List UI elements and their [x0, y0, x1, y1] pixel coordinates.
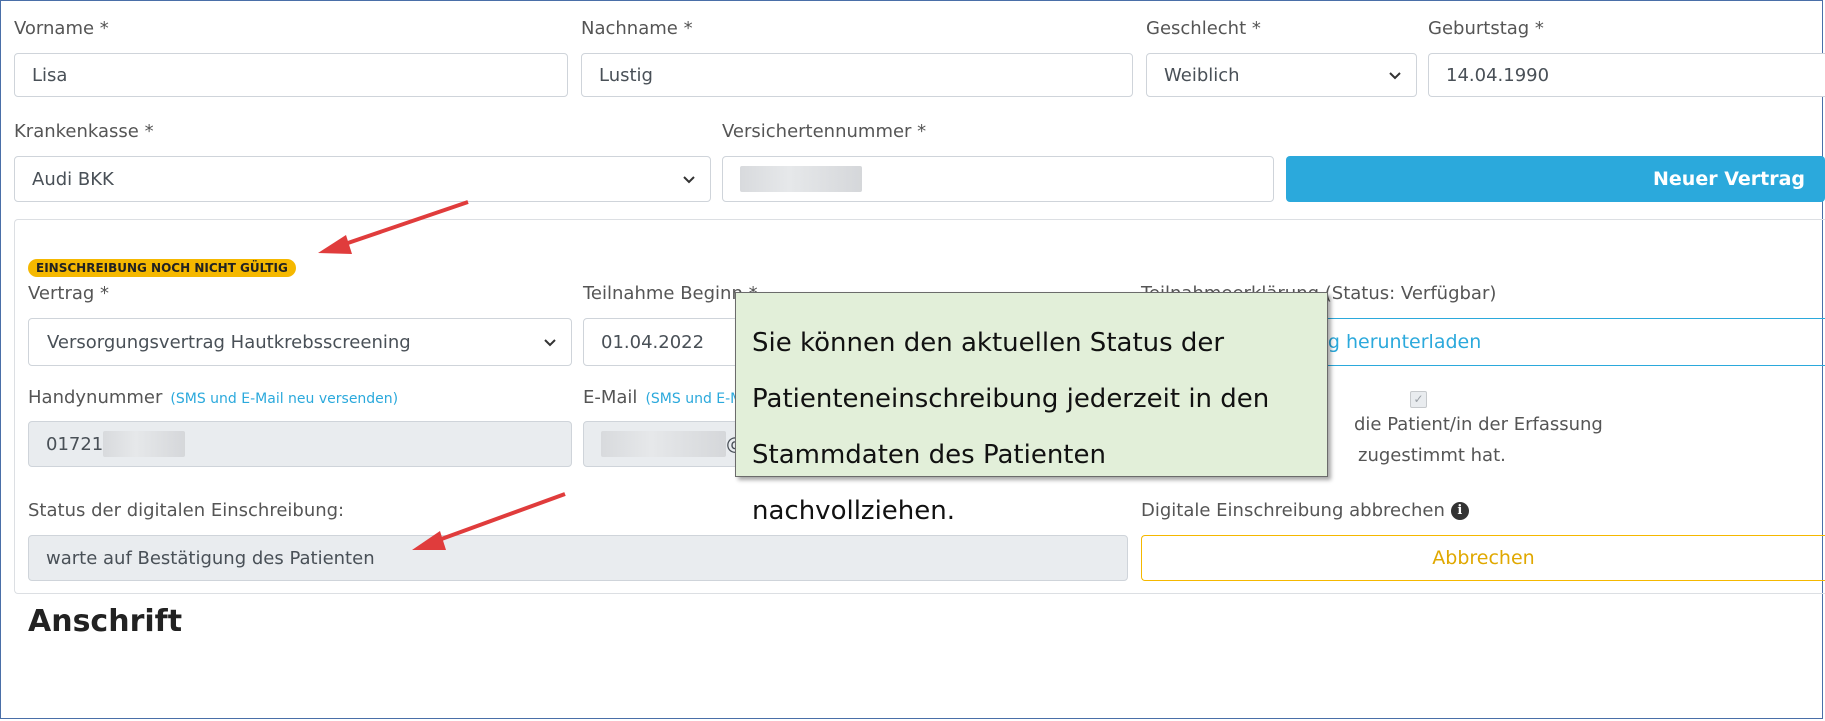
arrow-badge: [318, 200, 469, 254]
arrow-status: [412, 492, 566, 550]
annotation-arrows: [318, 200, 566, 550]
